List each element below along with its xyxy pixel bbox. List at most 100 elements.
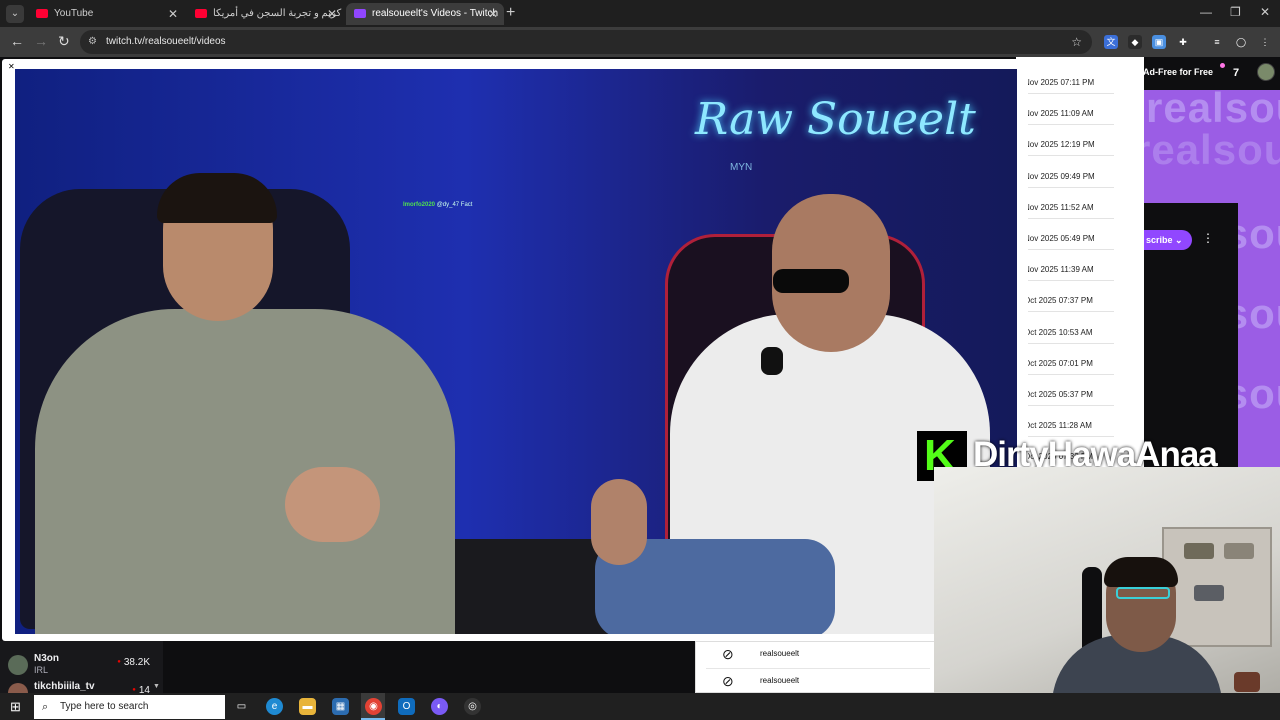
twitch-favicon-icon	[354, 9, 366, 18]
channel-avatar	[8, 655, 28, 675]
video-date[interactable]: Nov 2025 12:19 PM	[1024, 140, 1095, 149]
video-date[interactable]: Oct 2025 07:01 PM	[1024, 359, 1093, 368]
hidden-channels-list: ⊘ realsoueelt ⊘ realsoueelt	[695, 641, 935, 693]
media-controls-icon[interactable]: ≡	[1210, 35, 1224, 49]
eye-slash-icon[interactable]: ⊘	[722, 646, 734, 663]
tab-youtube[interactable]: YouTube ✕	[28, 3, 184, 25]
search-placeholder: Type here to search	[60, 701, 149, 712]
credit-white: @dy_47 Fact	[436, 202, 473, 208]
followed-channel-item[interactable]: N3on IRL 38.2K	[8, 653, 160, 677]
neon-sign-sub: MYN	[730, 162, 753, 173]
file-explorer-icon[interactable]: ▬	[299, 698, 316, 715]
site-info-icon[interactable]: ⚙	[88, 30, 97, 54]
turbo-icon[interactable]: 7	[1233, 67, 1239, 79]
divider	[1024, 311, 1114, 313]
webcam-overlay: XO	[934, 467, 1280, 720]
chrome-icon[interactable]: ◉	[365, 698, 382, 715]
windows-taskbar: ⊞ ⌕ Type here to search ▭ e ▬ ▦ ◉ O ◐ ◎	[0, 693, 1280, 720]
minimize-icon[interactable]: —	[1200, 5, 1212, 19]
extension-screenshot-icon[interactable]: ▣	[1152, 35, 1166, 49]
tab-search-menu-button[interactable]: ⌄	[6, 5, 24, 23]
person-left-body	[35, 309, 455, 634]
divider	[1024, 93, 1114, 94]
video-player[interactable]: Raw Soueelt MYN Imorfo2020 @dy_47 Fact	[15, 69, 1017, 634]
picture-in-picture-window[interactable]: ✕ Raw Soueelt MYN Imorfo2020 @dy_47 Fact	[2, 59, 1028, 641]
store-icon[interactable]: ▦	[332, 698, 349, 715]
subscribe-button[interactable]: scribe ⌄	[1144, 230, 1192, 250]
new-tab-button[interactable]: +	[506, 4, 515, 22]
channel-name: N3on	[34, 653, 59, 664]
video-date[interactable]: Nov 2025 07:11 PM	[1024, 78, 1094, 87]
browser-toolbar: ← → ↻ ⚙ twitch.tv/realsoueelt/videos ☆ 文…	[0, 27, 1280, 57]
youtube-favicon-icon	[195, 9, 207, 18]
tab-youtube-video[interactable]: كريم و تجربة السجن في أمريكا - ... ✕	[187, 3, 343, 25]
video-date[interactable]: Nov 2025 11:52 AM	[1024, 203, 1094, 212]
divider	[1024, 124, 1114, 126]
video-date[interactable]: Oct 2025 05:37 PM	[1024, 390, 1093, 399]
chevron-down-icon[interactable]: ▼	[153, 683, 160, 690]
shelf-item	[1194, 585, 1224, 601]
reload-icon[interactable]: ↻	[58, 33, 70, 50]
edge-icon[interactable]: e	[266, 698, 283, 715]
address-bar[interactable]: ⚙ twitch.tv/realsoueelt/videos ☆	[80, 30, 1092, 54]
video-date[interactable]: Oct 2025 07:37 PM	[1024, 296, 1093, 305]
channel-category: IRL	[34, 665, 49, 675]
ad-free-link[interactable]: Ad-Free for Free	[1143, 67, 1213, 77]
outlook-icon[interactable]: O	[398, 698, 415, 715]
back-arrow-icon[interactable]: ←	[10, 33, 24, 49]
person-right-hand	[591, 479, 647, 565]
extensions-puzzle-icon[interactable]: ✚	[1176, 35, 1190, 49]
more-options-icon[interactable]: ⋮	[1202, 231, 1214, 245]
video-credit: Imorfo2020 @dy_47 Fact	[403, 202, 472, 208]
video-date[interactable]: Nov 2025 09:49 PM	[1024, 172, 1095, 181]
forward-arrow-icon[interactable]: →	[34, 33, 48, 49]
shelf-item	[1224, 543, 1254, 559]
video-date[interactable]: Nov 2025 11:39 AM	[1024, 265, 1094, 274]
divider	[706, 668, 930, 669]
video-date[interactable]: Nov 2025 11:09 AM	[1024, 109, 1094, 118]
youtube-favicon-icon	[36, 9, 48, 18]
taskbar-search[interactable]: ⌕ Type here to search	[34, 695, 225, 719]
browser-menu-icon[interactable]: ⋮	[1258, 35, 1272, 49]
divider	[1024, 249, 1114, 250]
viewer-count: 38.2K	[117, 657, 150, 668]
profile-icon[interactable]: ◯	[1234, 35, 1248, 49]
list-item[interactable]: ⊘ realsoueelt	[722, 671, 932, 693]
lapel-mic	[761, 347, 783, 375]
list-item-label: realsoueelt	[760, 676, 800, 685]
discord-icon[interactable]: ◐	[431, 698, 448, 715]
close-tab-icon[interactable]: ✕	[488, 3, 498, 25]
restore-icon[interactable]: ❐	[1230, 5, 1241, 19]
tab-label: كريم و تجربة السجن في أمريكا - ...	[213, 8, 343, 19]
person-left-hands	[285, 467, 380, 542]
divider	[1024, 217, 1114, 219]
video-date[interactable]: Oct 2025 10:53 AM	[1024, 328, 1093, 337]
task-view-icon[interactable]: ▭	[233, 698, 250, 715]
floor-shadow	[455, 539, 615, 634]
user-avatar[interactable]	[1257, 63, 1275, 81]
close-tab-icon[interactable]: ✕	[327, 3, 337, 25]
bookmark-star-icon[interactable]: ☆	[1071, 30, 1082, 54]
divider	[1024, 373, 1114, 375]
windows-start-icon[interactable]: ⊞	[10, 699, 21, 715]
close-window-icon[interactable]: ✕	[1260, 5, 1270, 19]
credit-green: Imorfo2020	[403, 202, 436, 208]
channel-name: tikchbiiila_tv	[34, 681, 95, 692]
list-item[interactable]: ⊘ realsoueelt	[722, 644, 932, 666]
video-date[interactable]: Nov 2025 05:49 PM	[1024, 234, 1095, 243]
webcam-sticker	[1234, 672, 1260, 692]
tab-twitch-videos[interactable]: realsoueelt's Videos - Twitch ✕	[346, 3, 504, 25]
divider	[1024, 155, 1114, 157]
extension-diamond-icon[interactable]: ◆	[1128, 35, 1142, 49]
close-tab-icon[interactable]: ✕	[168, 3, 178, 25]
eye-slash-icon[interactable]: ⊘	[722, 673, 734, 690]
translate-extension-icon[interactable]: 文	[1104, 35, 1118, 49]
video-date[interactable]: Oct 2025 11:28 AM	[1024, 421, 1092, 430]
obs-icon[interactable]: ◎	[464, 698, 481, 715]
list-item-label: realsoueelt	[760, 649, 800, 658]
divider	[1024, 405, 1114, 406]
shelf-item	[1184, 543, 1214, 559]
close-pip-icon[interactable]: ✕	[8, 62, 15, 71]
webcam-shelf	[1162, 527, 1272, 647]
webcam-person-hair	[1104, 557, 1178, 587]
